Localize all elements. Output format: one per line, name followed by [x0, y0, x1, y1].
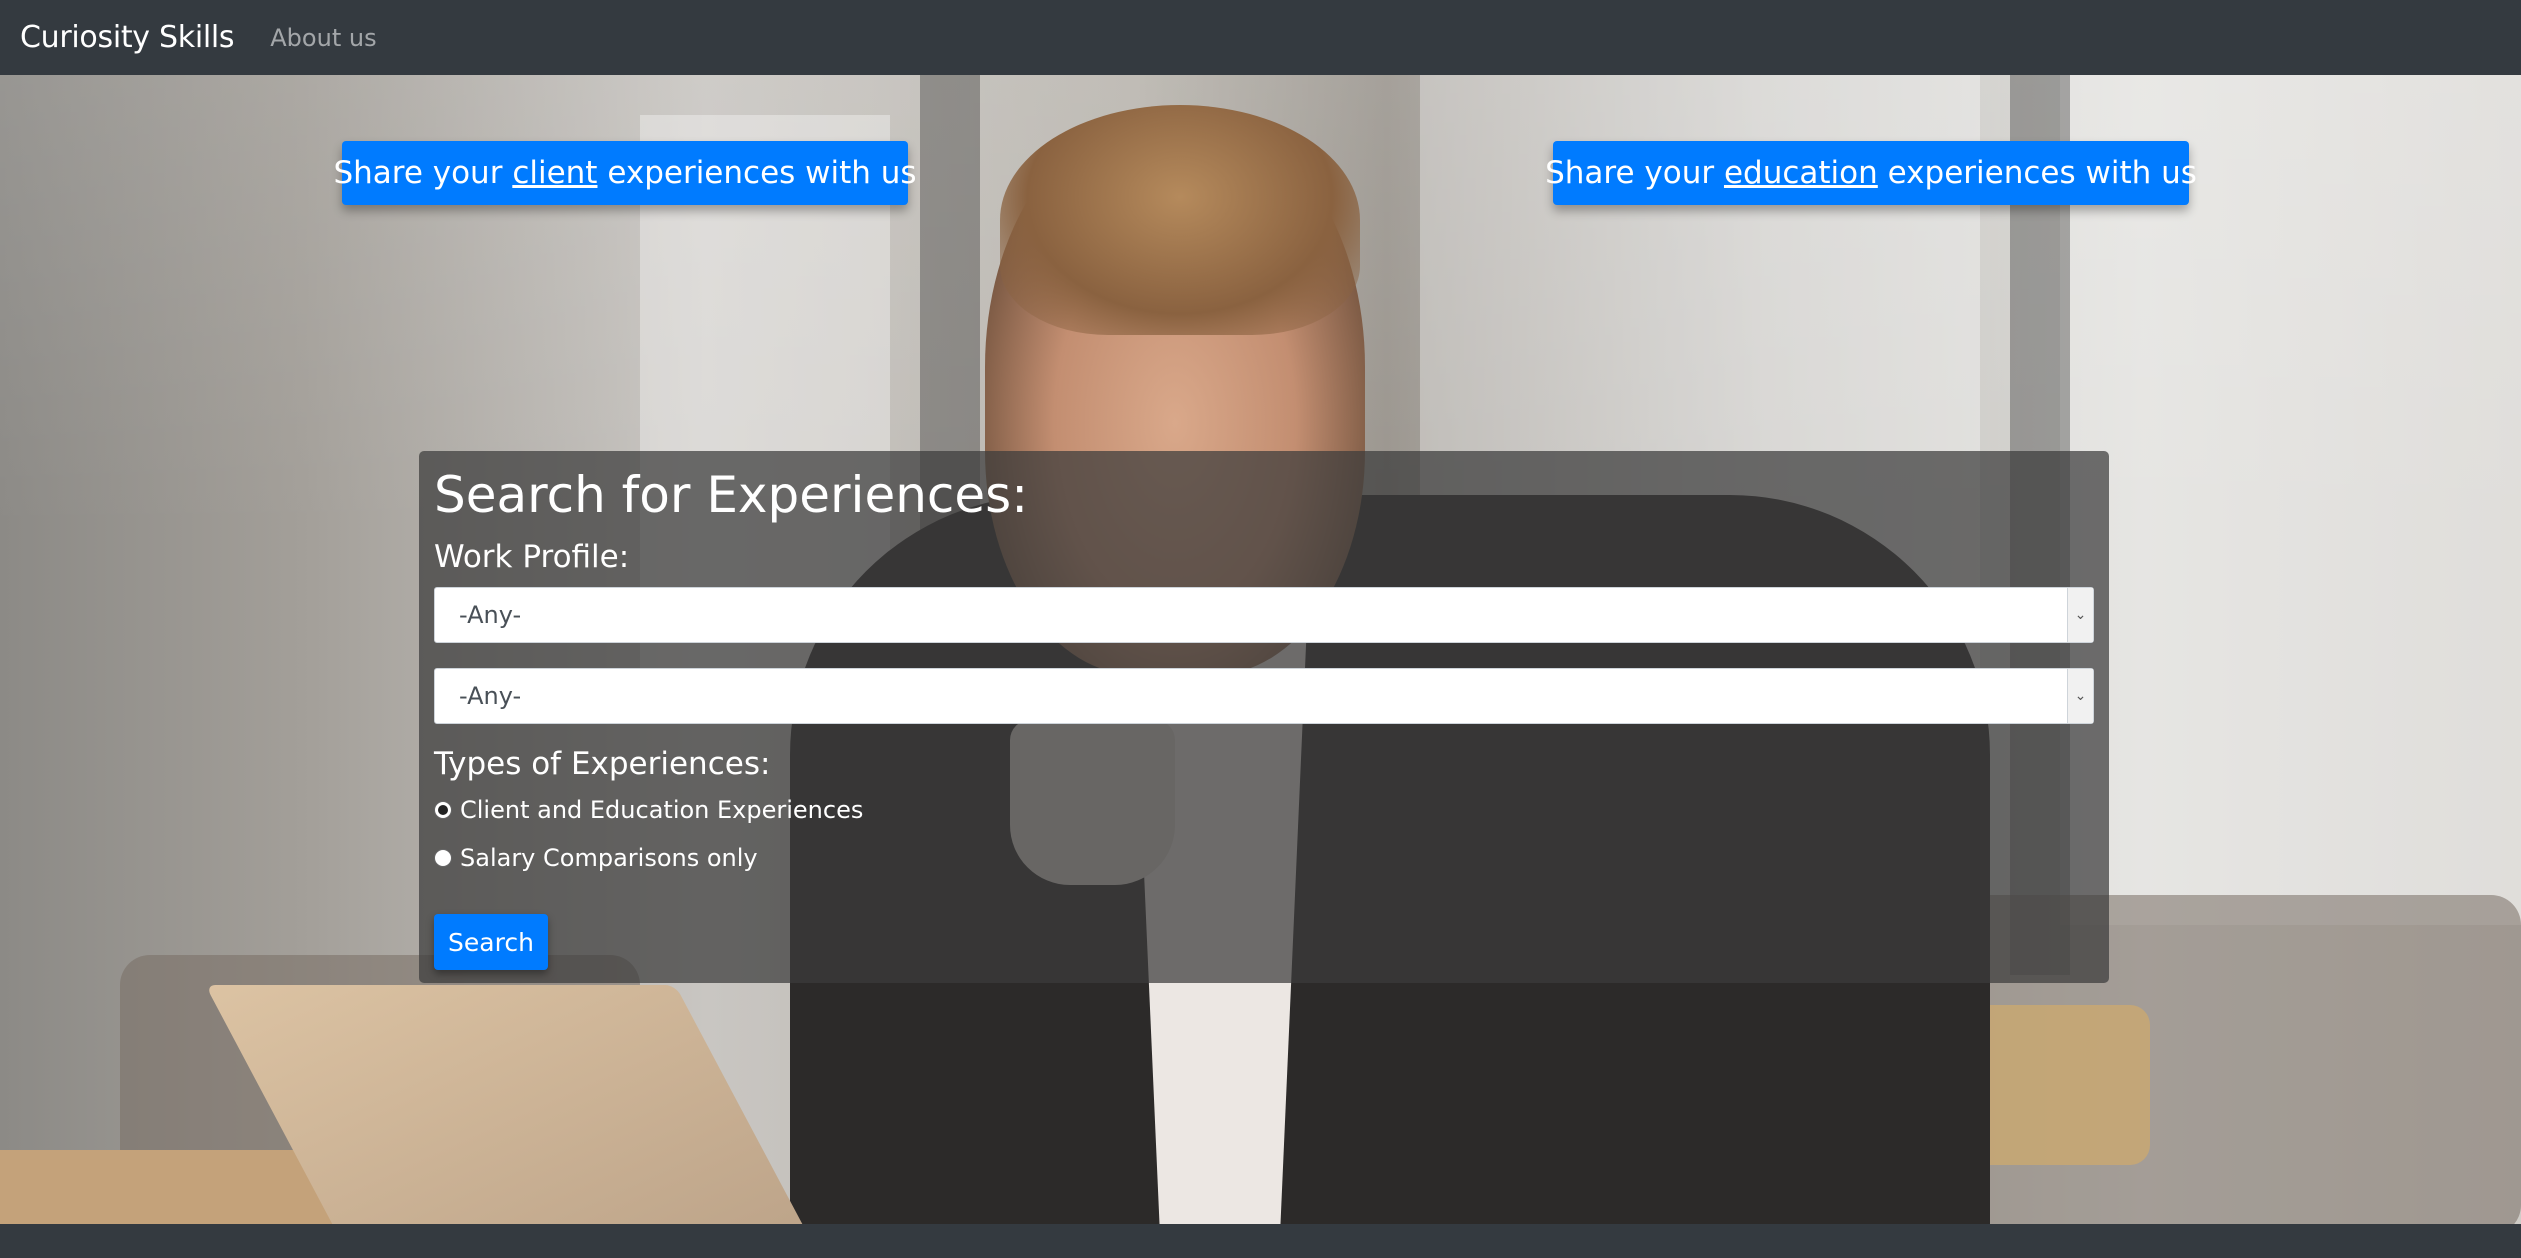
radio-button-unchecked[interactable] [434, 849, 452, 867]
nav-link-about-us[interactable]: About us [270, 24, 376, 52]
background-person-hair [1000, 105, 1360, 335]
share-client-suffix: experiences with us [597, 155, 917, 191]
radio-button-checked[interactable] [434, 801, 452, 819]
chevron-down-icon[interactable]: ⌄ [2067, 588, 2093, 642]
types-of-experiences-label: Types of Experiences: [434, 746, 771, 782]
radio-option-client-education[interactable]: Client and Education Experiences [434, 792, 2094, 828]
top-navbar: Curiosity Skills About us [0, 0, 2521, 75]
share-education-link[interactable]: education [1724, 155, 1878, 191]
secondary-profile-select-value: -Any- [459, 682, 522, 710]
work-profile-select[interactable]: -Any- ⌄ [434, 587, 2094, 643]
work-profile-select-value: -Any- [459, 601, 522, 629]
chevron-down-icon[interactable]: ⌄ [2067, 669, 2093, 723]
share-client-link[interactable]: client [512, 155, 597, 191]
share-education-experiences-button[interactable]: Share your education experiences with us [1545, 141, 2197, 205]
radio-label: Salary Comparisons only [460, 844, 758, 872]
search-panel-title: Search for Experiences: [434, 466, 1029, 524]
search-button[interactable]: Search [434, 914, 548, 970]
brand-link[interactable]: Curiosity Skills [20, 20, 235, 55]
secondary-profile-select[interactable]: -Any- ⌄ [434, 668, 2094, 724]
radio-label: Client and Education Experiences [460, 796, 864, 824]
share-client-prefix: Share your [333, 155, 513, 191]
radio-option-salary-comparisons[interactable]: Salary Comparisons only [434, 840, 2094, 876]
search-panel: Search for Experiences: Work Profile: -A… [419, 451, 2109, 983]
work-profile-label: Work Profile: [434, 539, 630, 575]
share-education-prefix: Share your [1545, 155, 1724, 191]
share-client-experiences-button[interactable]: Share your client experiences with us [333, 141, 917, 205]
share-education-suffix: experiences with us [1877, 155, 2197, 191]
